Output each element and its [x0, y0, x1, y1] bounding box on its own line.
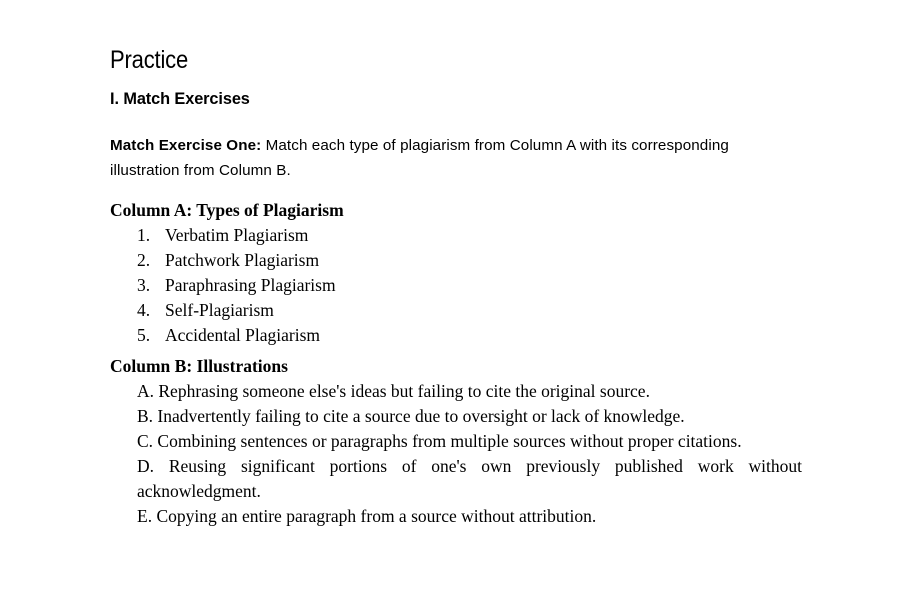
list-item-label: Accidental Plagiarism	[165, 325, 321, 345]
list-item: C. Combining sentences or paragraphs fro…	[137, 431, 742, 451]
column-b-heading: Column B: Illustrations	[110, 356, 288, 376]
list-item: B. Inadvertently failing to cite a sourc…	[137, 406, 685, 426]
document-page: Practice I. Match Exercises Match Exerci…	[0, 0, 904, 616]
column-a-list: 1. Verbatim Plagiarism 2. Patchwork Plagia…	[110, 223, 344, 348]
instruction-paragraph: Match Exercise One: Match each type of p…	[110, 133, 758, 183]
list-item: E. Copying an entire paragraph from a so…	[137, 506, 597, 526]
list-item-number: 1.	[137, 225, 151, 245]
section-heading-match-exercises: I. Match Exercises	[110, 89, 250, 109]
list-item-number: 4.	[137, 300, 151, 320]
list-item: 3. Paraphrasing Plagiarism	[110, 273, 344, 298]
column-b-section: Column B: Illustrations A. Rephrasing so…	[110, 354, 802, 529]
list-item: 2. Patchwork Plagiarism	[110, 248, 344, 273]
list-item: A. Rephrasing someone else's ideas but f…	[137, 381, 650, 401]
list-item-label: Self-Plagiarism	[165, 300, 274, 320]
list-item: 5. Accidental Plagiarism	[110, 323, 344, 348]
instruction-lead-in: Match Exercise One:	[110, 137, 262, 155]
list-item: 1. Verbatim Plagiarism	[110, 223, 344, 248]
list-item-label: Verbatim Plagiarism	[165, 225, 309, 245]
list-item-number: 2.	[137, 250, 151, 270]
list-item-label: Paraphrasing Plagiarism	[165, 275, 336, 295]
list-item-number: 3.	[137, 275, 151, 295]
list-item: 4. Self-Plagiarism	[110, 298, 344, 323]
page-title: Practice	[110, 45, 189, 74]
column-b-list: A. Rephrasing someone else's ideas but f…	[110, 379, 802, 529]
list-item-label: Patchwork Plagiarism	[165, 250, 320, 270]
list-item: D. Reusing significant portions of one's…	[137, 456, 802, 501]
column-a-heading: Column A: Types of Plagiarism	[110, 200, 344, 220]
column-a-section: Column A: Types of Plagiarism 1. Verbatim…	[110, 198, 344, 348]
list-item-number: 5.	[137, 325, 151, 345]
